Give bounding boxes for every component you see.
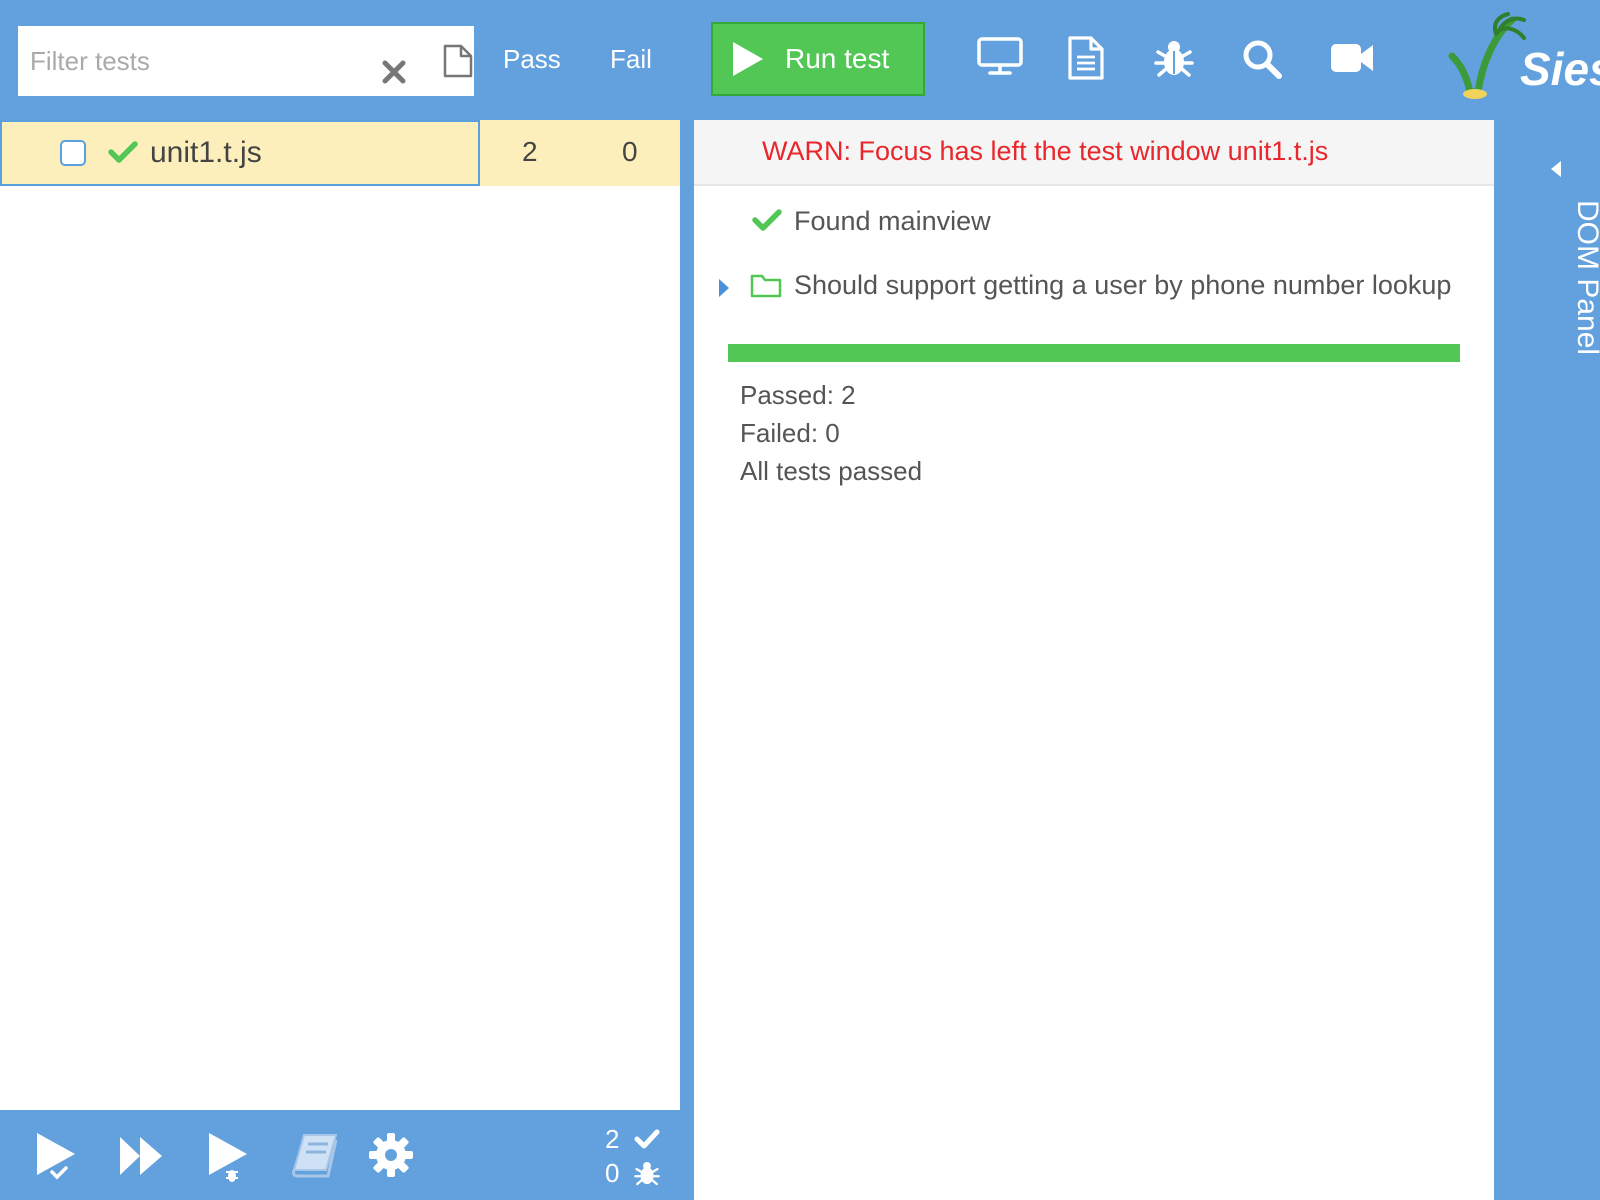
passed-check-icon	[108, 140, 138, 164]
summary-message: All tests passed	[740, 456, 923, 486]
expand-left-arrow-icon[interactable]	[1550, 160, 1562, 178]
result-progress-bar	[728, 344, 1460, 362]
bug-icon[interactable]	[1154, 38, 1194, 78]
summary-failed: Failed: 0	[740, 418, 840, 448]
test-select-checkbox[interactable]	[60, 140, 86, 166]
play-icon	[731, 40, 765, 78]
fail-column-header[interactable]: Fail	[610, 44, 652, 75]
test-row[interactable]: unit1.t.js 2 0	[0, 120, 680, 186]
test-file-name: unit1.t.js	[150, 136, 262, 169]
run-failed-icon[interactable]	[206, 1130, 252, 1184]
video-camera-icon[interactable]	[1330, 42, 1374, 74]
expand-arrow-icon[interactable]	[718, 278, 730, 298]
assertion-group-row[interactable]: Should support getting a user by phone n…	[694, 264, 1494, 314]
folder-icon	[750, 272, 782, 298]
test-result-panel: WARN: Focus has left the test window uni…	[694, 120, 1494, 1200]
book-icon[interactable]	[290, 1132, 340, 1178]
assertion-text: Found mainview	[794, 206, 991, 236]
monitor-icon[interactable]	[977, 36, 1023, 76]
assertion-row[interactable]: Found mainview	[694, 200, 1494, 250]
pass-check-icon	[634, 1128, 660, 1150]
test-fail-count: 0	[622, 136, 638, 167]
assertion-group-text: Should support getting a user by phone n…	[794, 270, 1452, 300]
warning-bar: WARN: Focus has left the test window uni…	[694, 120, 1494, 186]
test-list-panel: unit1.t.js 2 0	[0, 120, 680, 1110]
settings-gear-icon[interactable]	[368, 1132, 414, 1178]
total-pass-count: 2	[605, 1124, 620, 1154]
file-icon[interactable]	[443, 44, 473, 78]
filter-box	[18, 26, 474, 96]
run-test-button[interactable]: Run test	[711, 22, 925, 96]
warning-message: WARN: Focus has left the test window uni…	[762, 136, 1329, 166]
document-icon[interactable]	[1067, 36, 1105, 80]
test-name-cell[interactable]: unit1.t.js	[0, 120, 480, 186]
run-checked-icon[interactable]	[34, 1130, 80, 1182]
fail-bug-icon	[634, 1160, 660, 1186]
clear-icon[interactable]	[382, 60, 406, 84]
bottom-toolbar: 2 0	[0, 1110, 680, 1200]
filter-tests-input[interactable]	[28, 40, 362, 82]
search-icon[interactable]	[1241, 38, 1283, 80]
assertion-pass-icon	[752, 208, 782, 232]
dom-panel-label[interactable]: DOM Panel	[1570, 200, 1600, 355]
pass-column-header[interactable]: Pass	[503, 44, 561, 75]
total-fail-count: 0	[605, 1158, 620, 1188]
siesta-logo: Sies	[1448, 12, 1600, 102]
run-all-icon[interactable]	[118, 1134, 164, 1178]
logo-text: Sies	[1520, 43, 1600, 95]
summary-passed: Passed: 2	[740, 380, 856, 410]
run-test-label: Run test	[785, 43, 890, 74]
test-pass-count: 2	[522, 136, 538, 167]
dom-panel-collapsed[interactable]: DOM Panel	[1494, 120, 1600, 1200]
